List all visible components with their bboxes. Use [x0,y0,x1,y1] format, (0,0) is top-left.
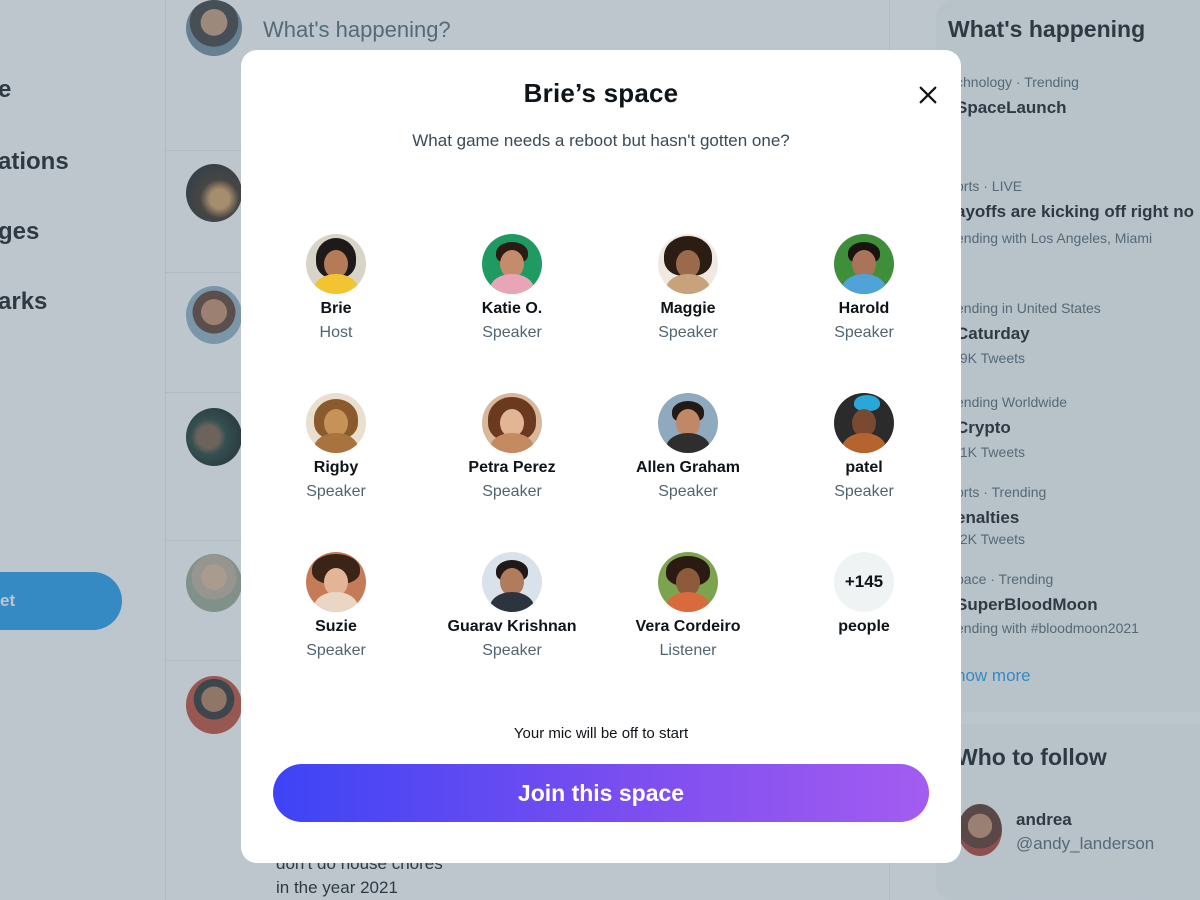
participant-name: Suzie [315,618,357,635]
participant-name: patel [845,459,883,476]
space-question: What game needs a reboot but hasn't gott… [412,131,790,150]
avatar [482,552,542,612]
more-participants[interactable]: +145 people [789,552,939,636]
avatar [658,552,718,612]
participant-role: Speaker [482,642,542,659]
close-icon [919,86,937,104]
participant-role: Speaker [658,324,718,341]
participant-name: Allen Graham [635,459,741,476]
participant[interactable]: Allen Graham Speaker [613,393,763,501]
avatar [834,393,894,453]
avatar [482,393,542,453]
avatar [306,552,366,612]
join-space-button[interactable]: Join this space [273,764,929,822]
avatar [658,234,718,294]
participant-name: Rigby [313,459,359,476]
participant[interactable]: Katie O. Speaker [437,234,587,342]
participant-name: Guarav Krishnan [447,618,577,635]
participant-role: Speaker [306,642,366,659]
participant-role: Listener [659,642,717,659]
avatar [306,393,366,453]
space-title: Brie’s space [523,78,679,108]
participant-name: Maggie [660,300,716,317]
participant-role: Speaker [306,483,366,500]
avatar [482,234,542,294]
participant-name: Petra Perez [468,459,556,476]
mic-notice: Your mic will be off to start [513,725,689,742]
space-modal: Brie’s space What game needs a reboot bu… [241,50,961,863]
participant-name: Harold [838,300,890,317]
participant[interactable]: Brie Host [261,234,411,342]
avatar [306,234,366,294]
close-button[interactable] [911,78,945,112]
avatar [658,393,718,453]
participant[interactable]: Petra Perez Speaker [437,393,587,501]
participant-role: Speaker [658,483,718,500]
more-count-badge: +145 [834,552,894,612]
participant[interactable]: Guarav Krishnan Speaker [437,552,587,660]
participant-role: Speaker [834,483,894,500]
participant-name: Brie [320,300,352,317]
participant[interactable]: Vera Cordeiro Listener [613,552,763,660]
participant-role: Speaker [482,483,542,500]
participant-name: Katie O. [481,300,543,317]
more-count-label: people [838,618,890,635]
participant[interactable]: patel Speaker [789,393,939,501]
participant-name: Vera Cordeiro [635,618,741,635]
participant[interactable]: Harold Speaker [789,234,939,342]
participant[interactable]: Rigby Speaker [261,393,411,501]
participant[interactable]: Maggie Speaker [613,234,763,342]
participant-role: Speaker [834,324,894,341]
participant-role: Host [319,324,353,341]
participant-role: Speaker [482,324,542,341]
participant[interactable]: Suzie Speaker [261,552,411,660]
avatar [834,234,894,294]
